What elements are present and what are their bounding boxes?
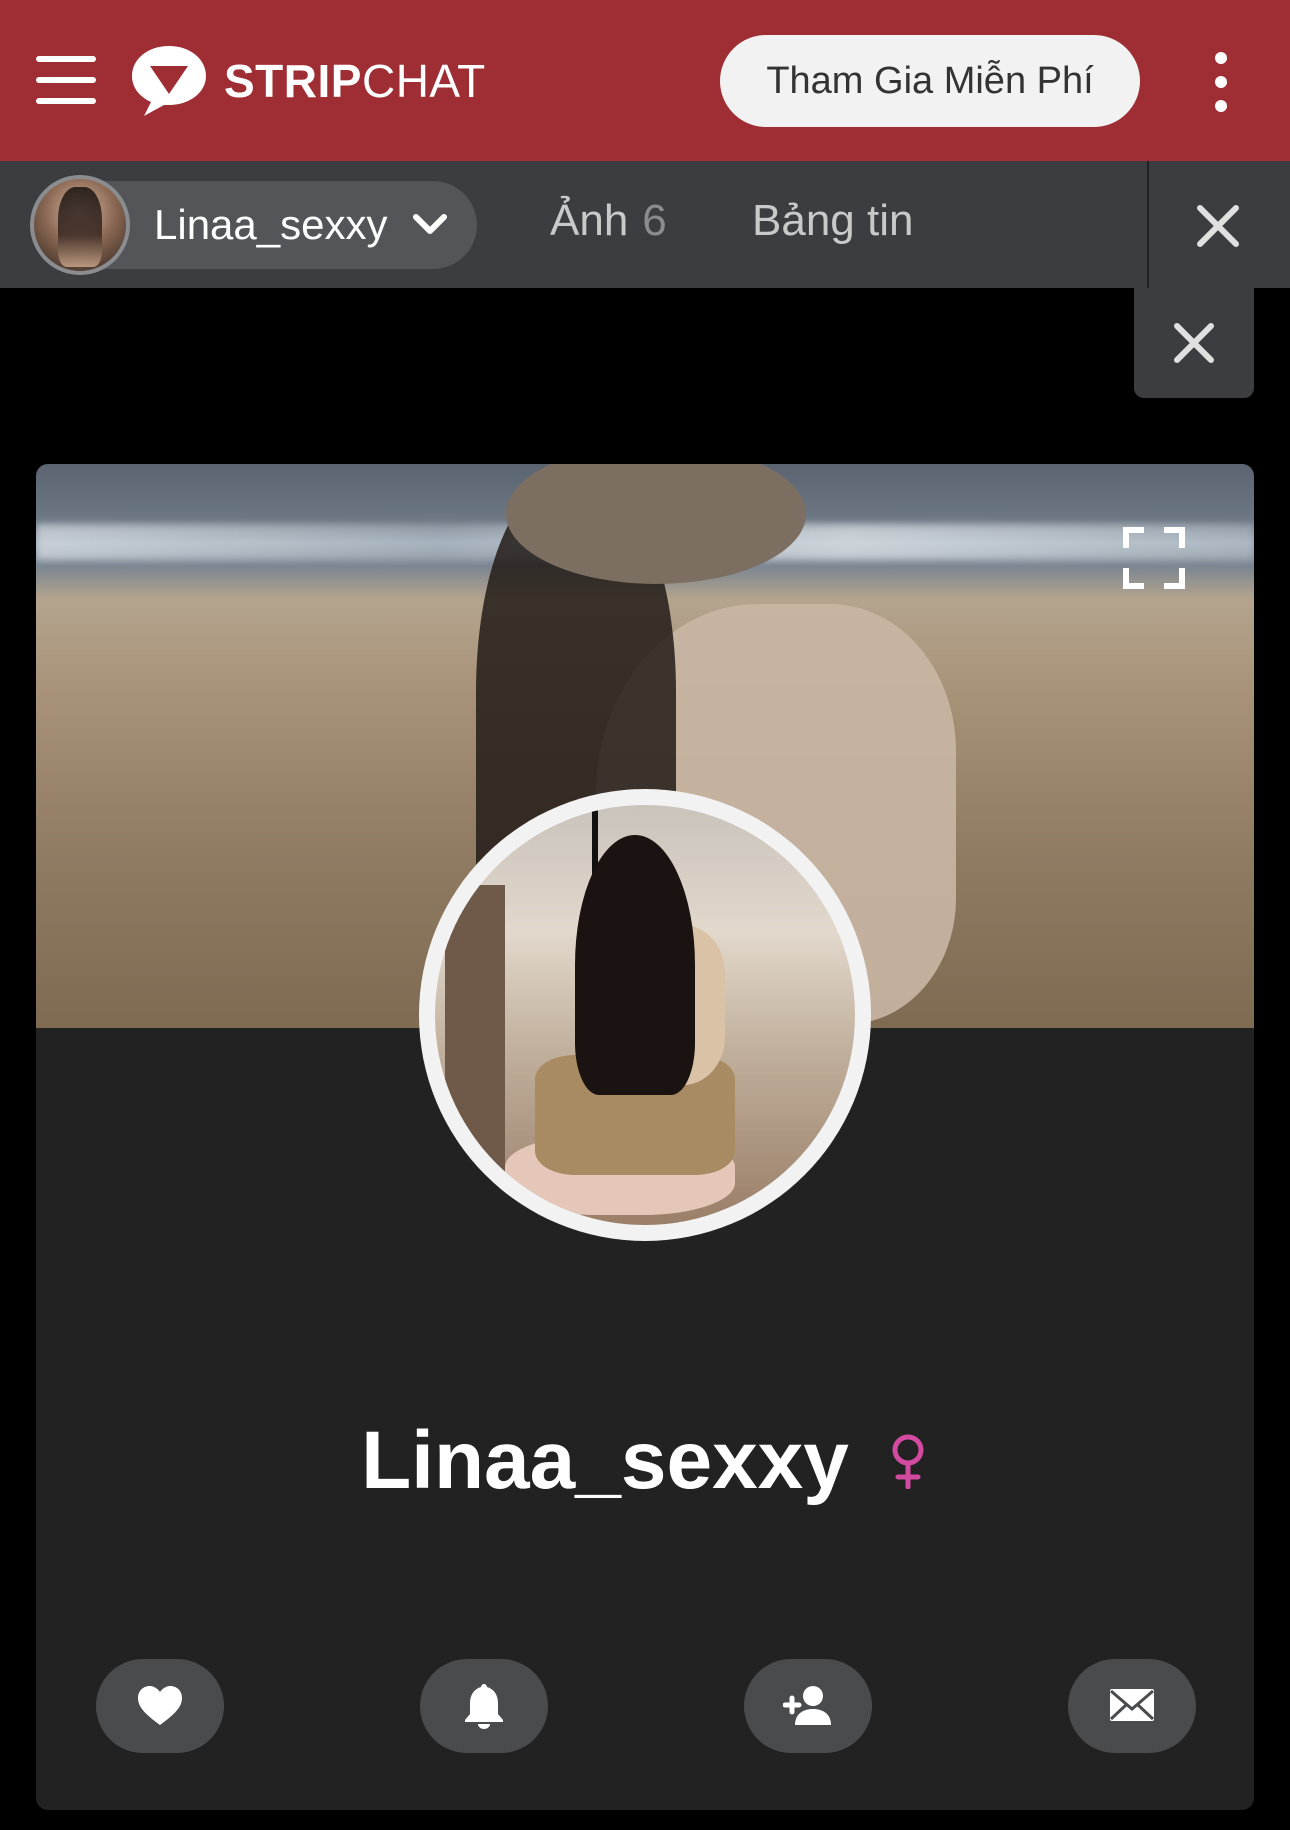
stripchat-logo[interactable]: STRIPCHAT (130, 44, 486, 118)
divider (1147, 161, 1149, 288)
close-icon (1174, 323, 1214, 363)
close-icon[interactable] (1190, 198, 1246, 254)
logo-bubble-icon (132, 46, 206, 116)
bell-icon (465, 1684, 503, 1729)
add-user-icon (783, 1686, 831, 1725)
fullscreen-icon[interactable] (1122, 526, 1186, 590)
envelope-icon (1109, 1689, 1155, 1721)
venus-icon (892, 1434, 924, 1489)
tab-photos[interactable]: Ảnh 6 (550, 196, 667, 246)
avatar (30, 175, 130, 275)
profile-avatar[interactable] (419, 789, 871, 1241)
brand-part-chat: CHAT (361, 55, 486, 107)
tab-photos-label: Ảnh (550, 196, 629, 245)
brand-part-strip: STRIP (224, 55, 362, 107)
add-friend-button[interactable] (744, 1659, 872, 1753)
username-text: Linaa_sexxy (361, 1415, 849, 1506)
kebab-icon[interactable] (1210, 52, 1232, 112)
modal-close-button[interactable] (1134, 288, 1254, 398)
username-heading: Linaa_sexxy (36, 1414, 1254, 1508)
favorite-button[interactable] (96, 1659, 224, 1753)
join-free-button[interactable]: Tham Gia Miễn Phí (720, 35, 1140, 127)
model-selector[interactable]: Linaa_sexxy (30, 175, 477, 275)
hamburger-icon[interactable] (36, 56, 96, 104)
brand-name: STRIPCHAT (224, 58, 486, 104)
tab-feed[interactable]: Bảng tin (752, 196, 913, 246)
message-button[interactable] (1068, 1659, 1196, 1753)
heart-icon (138, 1686, 182, 1725)
tab-photos-count: 6 (642, 196, 667, 245)
model-name: Linaa_sexxy (154, 201, 388, 248)
profile-card: Linaa_sexxy (36, 464, 1254, 1810)
top-header: STRIPCHAT Tham Gia Miễn Phí (0, 0, 1290, 161)
notify-button[interactable] (420, 1659, 548, 1753)
chevron-down-icon (413, 214, 447, 234)
